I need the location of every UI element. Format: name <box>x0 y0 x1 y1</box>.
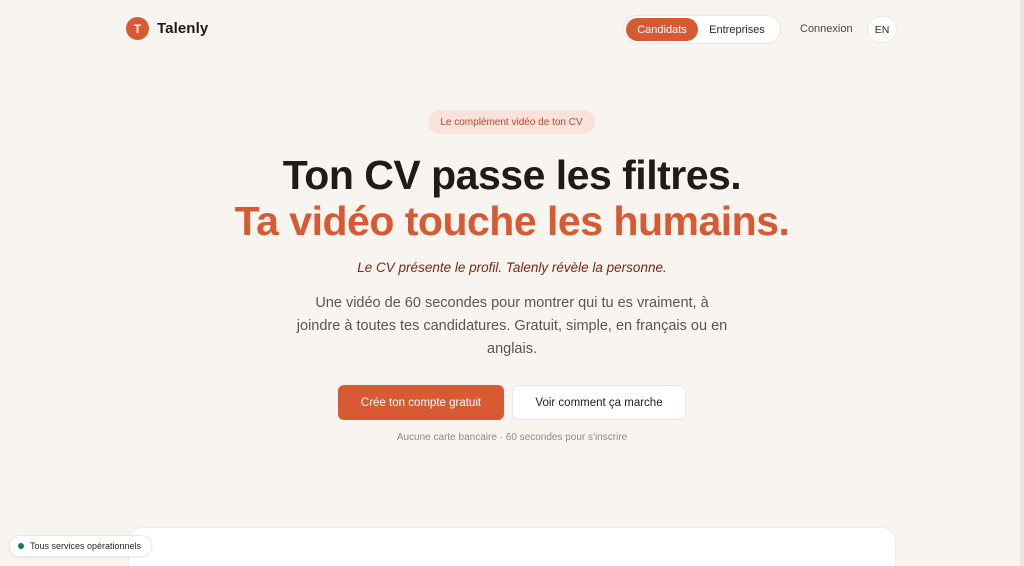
audience-switch: Candidats Entreprises <box>623 15 781 44</box>
login-link[interactable]: Connexion <box>800 23 853 35</box>
status-badge[interactable]: Tous services opérationnels <box>9 535 153 557</box>
create-account-button[interactable]: Crée ton compte gratuit <box>338 385 504 420</box>
brand-logo[interactable]: T Talenly <box>126 17 208 40</box>
language-toggle[interactable]: EN <box>867 16 897 43</box>
hero-badge: Le complément vidéo de ton CV <box>428 110 595 134</box>
tab-candidats[interactable]: Candidats <box>626 18 698 41</box>
hero-title-line1: Ton CV passe les filtres. <box>282 152 742 198</box>
how-it-works-button[interactable]: Voir comment ça marche <box>512 385 686 420</box>
hero-title-line2: Ta vidéo touche les humains. <box>234 198 790 244</box>
header: T Talenly Candidats Entreprises Connexio… <box>0 0 1024 58</box>
hero-description: Une vidéo de 60 secondes pour montrer qu… <box>296 295 728 357</box>
status-dot-icon <box>18 543 24 549</box>
logo-icon: T <box>126 17 149 40</box>
signup-note: Aucune carte bancaire · 60 secondes pour… <box>396 432 628 443</box>
hero-tagline: Le CV présente le profil. Talenly révèle… <box>357 260 667 275</box>
preview-card <box>128 527 896 566</box>
status-label: Tous services opérationnels <box>30 541 142 551</box>
tab-entreprises[interactable]: Entreprises <box>698 18 776 41</box>
brand-name: Talenly <box>157 20 209 37</box>
scrollbar[interactable] <box>1020 0 1024 566</box>
